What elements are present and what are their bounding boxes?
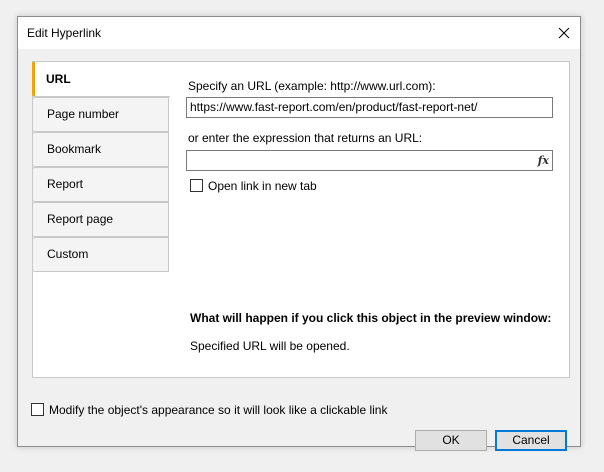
tab-report-page[interactable]: Report page: [32, 202, 169, 237]
open-new-tab-label: Open link in new tab: [208, 179, 317, 193]
info-text: Specified URL will be opened.: [190, 339, 350, 353]
modify-appearance-checkbox[interactable]: [31, 403, 44, 416]
url-label: Specify an URL (example: http://www.url.…: [188, 79, 436, 93]
close-button[interactable]: [548, 17, 580, 49]
title-bar: Edit Hyperlink: [18, 17, 580, 49]
info-heading: What will happen if you click this objec…: [190, 311, 552, 325]
tab-url[interactable]: URL: [32, 61, 170, 97]
dialog-body: URL Page number Bookmark Report Report p…: [18, 49, 580, 451]
window-title: Edit Hyperlink: [27, 26, 102, 40]
expression-input[interactable]: fx: [186, 150, 553, 171]
url-input[interactable]: https://www.fast-report.com/en/product/f…: [186, 97, 553, 118]
edit-hyperlink-dialog: Edit Hyperlink URL Page number Bookmark …: [17, 16, 581, 451]
tab-custom[interactable]: Custom: [32, 237, 169, 272]
url-tab-content: Specify an URL (example: http://www.url.…: [169, 61, 570, 378]
tab-page-number[interactable]: Page number: [32, 97, 169, 132]
modify-appearance-label: Modify the object's appearance so it wil…: [49, 403, 388, 417]
cancel-button[interactable]: Cancel: [495, 430, 567, 451]
ok-button[interactable]: OK: [415, 430, 487, 451]
tab-bookmark[interactable]: Bookmark: [32, 132, 169, 167]
close-icon: [558, 27, 570, 39]
expression-editor-button[interactable]: fx: [538, 151, 549, 170]
expression-label: or enter the expression that returns an …: [188, 131, 423, 145]
tab-report[interactable]: Report: [32, 167, 169, 202]
open-new-tab-checkbox[interactable]: [190, 179, 203, 192]
